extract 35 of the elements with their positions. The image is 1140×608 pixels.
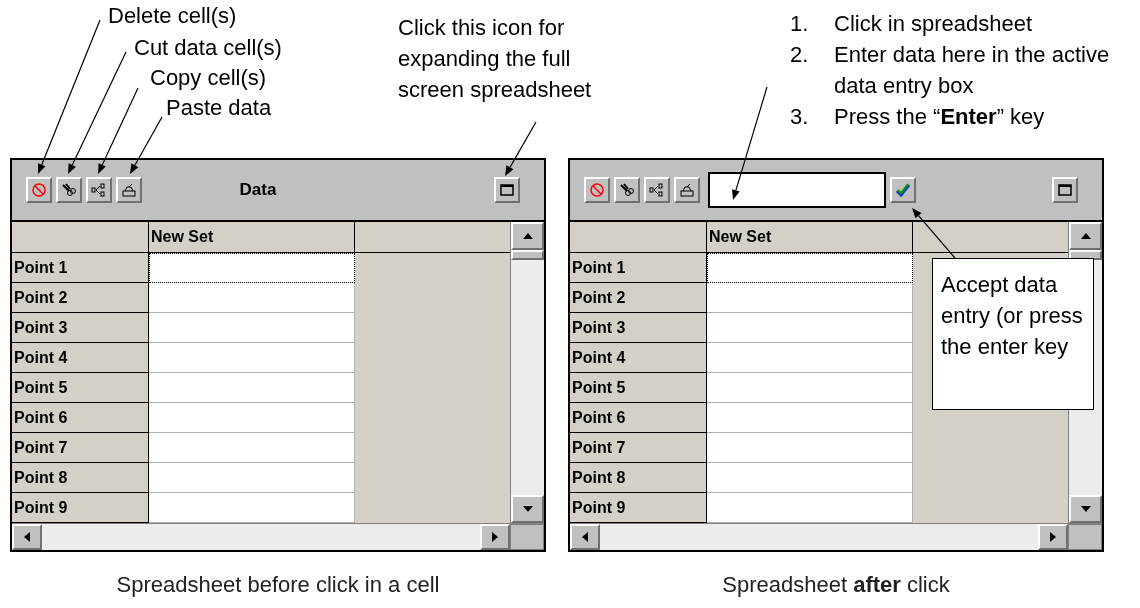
step-text: Enter data here in the active data entry box (834, 41, 1111, 100)
row-header: Point 3 (570, 313, 707, 343)
row-header: Point 4 (570, 343, 707, 373)
annotation-label: Copy cell(s) (150, 64, 267, 92)
row-header: Point 8 (12, 463, 149, 493)
step-text: Click in spreadsheet (834, 10, 1033, 38)
column-header: New Set (707, 222, 913, 252)
row-header: Point 7 (570, 433, 707, 463)
figure-caption: Spreadsheet after click (721, 571, 951, 599)
step-number: 3. (790, 103, 810, 131)
annotation-label: Delete cell(s) (108, 2, 237, 30)
row-header: Point 5 (12, 373, 149, 403)
row-header: Point 2 (12, 283, 149, 313)
row-header: Point 6 (570, 403, 707, 433)
figure-caption: Spreadsheet before click in a cell (115, 571, 441, 599)
row-header: Point 1 (570, 253, 707, 283)
row-header: Point 5 (570, 373, 707, 403)
row-header: Point 6 (12, 403, 149, 433)
step-number: 1. (790, 10, 810, 38)
row-header: Point 4 (12, 343, 149, 373)
annotation-label: Paste data (166, 94, 272, 122)
row-header: Point 8 (570, 463, 707, 493)
window-title: Data (238, 179, 278, 202)
annotation-label: Click this icon for expanding the full screen spreadsheet (398, 14, 593, 104)
row-header: Point 1 (12, 253, 149, 283)
annotation-label: Cut data cell(s) (134, 34, 282, 62)
step-number: 2. (790, 41, 810, 69)
step-text: Press the “Enter” key (834, 103, 1045, 131)
row-header: Point 2 (570, 283, 707, 313)
row-header: Point 3 (12, 313, 149, 343)
accept-data-tooltip: Accept data entry (or press the enter key (932, 258, 1094, 410)
column-header: New Set (149, 222, 355, 252)
row-header: Point 9 (570, 493, 707, 523)
row-header: Point 9 (12, 493, 149, 523)
row-header: Point 7 (12, 433, 149, 463)
